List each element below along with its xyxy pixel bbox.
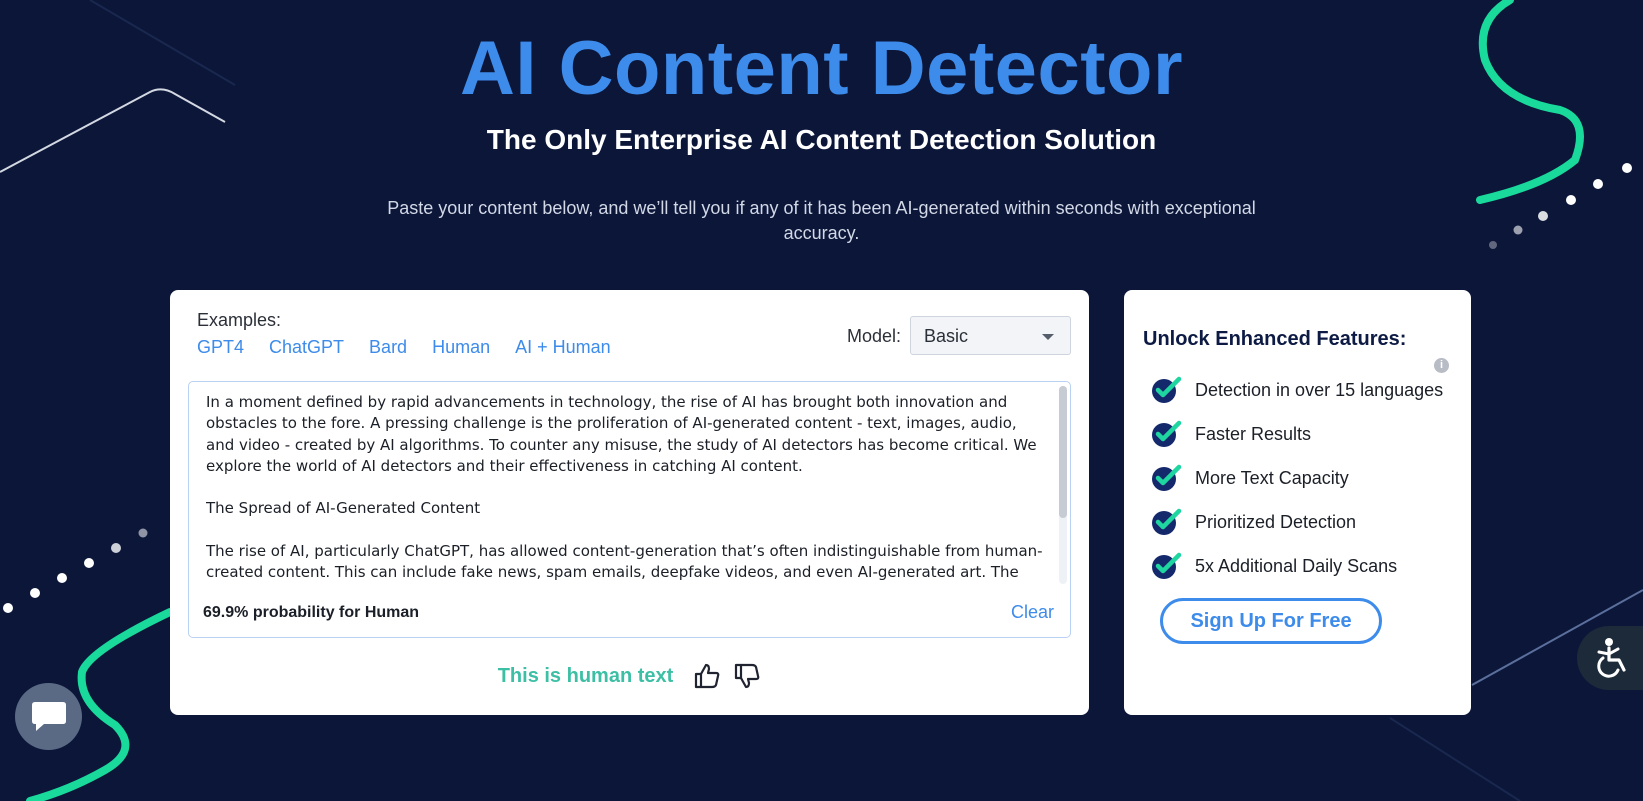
feature-label: Faster Results xyxy=(1195,423,1312,444)
content-heading: The Spread of AI-Generated Content xyxy=(206,499,481,518)
probability-text: 69.9% probability for Human xyxy=(203,604,420,621)
content-paragraph: The rise of AI, particularly ChatGPT, ha… xyxy=(206,542,1043,588)
page-title: AI Content Detector xyxy=(459,26,1184,111)
feature-item: Prioritized Detection xyxy=(1150,500,1443,544)
features-card: Unlock Enhanced Features: i Detection in… xyxy=(1124,290,1471,715)
clear-button[interactable]: Clear xyxy=(1011,602,1054,623)
feature-label: Prioritized Detection xyxy=(1195,511,1357,532)
model-select[interactable]: Basic xyxy=(910,316,1071,355)
feature-item: Faster Results xyxy=(1150,412,1443,456)
examples-label: Examples: xyxy=(197,310,282,330)
page-description: Paste your content below, and we’ll tell… xyxy=(387,198,1256,243)
page-subtitle: The Only Enterprise AI Content Detection… xyxy=(486,124,1157,155)
feature-label: 5x Additional Daily Scans xyxy=(1195,555,1398,576)
chat-widget-button[interactable] xyxy=(15,683,82,750)
chat-bubble-icon xyxy=(31,701,66,731)
feature-item: 5x Additional Daily Scans xyxy=(1150,544,1443,588)
check-circle-icon xyxy=(1152,552,1182,579)
model-select-value: Basic xyxy=(924,326,969,346)
accessibility-button[interactable] xyxy=(1577,626,1643,690)
check-circle-icon xyxy=(1152,420,1182,447)
wheelchair-icon xyxy=(1597,638,1626,678)
examples-list: GPT4 ChatGPT Bard Human AI + Human xyxy=(197,337,611,358)
check-circle-icon xyxy=(1152,508,1182,535)
detector-card: Examples: GPT4 ChatGPT Bard Human AI + H… xyxy=(170,290,1089,715)
check-circle-icon xyxy=(1152,464,1182,491)
example-link-bard[interactable]: Bard xyxy=(369,337,407,358)
model-label: Model: xyxy=(847,326,902,346)
content-paragraph: In a moment defined by rapid advancement… xyxy=(206,393,1037,475)
feature-item: More Text Capacity xyxy=(1150,456,1443,500)
example-link-gpt4[interactable]: GPT4 xyxy=(197,337,244,358)
content-text[interactable]: In a moment defined by rapid advancement… xyxy=(206,392,1046,588)
scrollbar-thumb[interactable] xyxy=(1059,386,1067,518)
example-link-chatgpt[interactable]: ChatGPT xyxy=(269,337,344,358)
content-textarea[interactable]: In a moment defined by rapid advancement… xyxy=(188,381,1071,638)
features-title: Unlock Enhanced Features: xyxy=(1143,328,1407,350)
signup-button[interactable]: Sign Up For Free xyxy=(1160,598,1382,644)
feature-item: Detection in over 15 languages xyxy=(1150,368,1443,412)
chevron-down-icon xyxy=(1042,334,1054,340)
textarea-scrollbar[interactable] xyxy=(1059,386,1067,584)
check-circle-icon xyxy=(1152,376,1182,403)
thumbs-up-icon[interactable] xyxy=(693,662,721,690)
example-link-ai-human[interactable]: AI + Human xyxy=(515,337,611,358)
example-link-human[interactable]: Human xyxy=(432,337,490,358)
feature-label: Detection in over 15 languages xyxy=(1195,379,1444,400)
result-text: This is human text xyxy=(497,664,674,687)
thumbs-down-icon[interactable] xyxy=(733,662,761,690)
feature-label: More Text Capacity xyxy=(1195,467,1349,488)
feature-list: Detection in over 15 languages Faster Re… xyxy=(1150,368,1443,588)
result-row: This is human text xyxy=(170,662,1089,690)
